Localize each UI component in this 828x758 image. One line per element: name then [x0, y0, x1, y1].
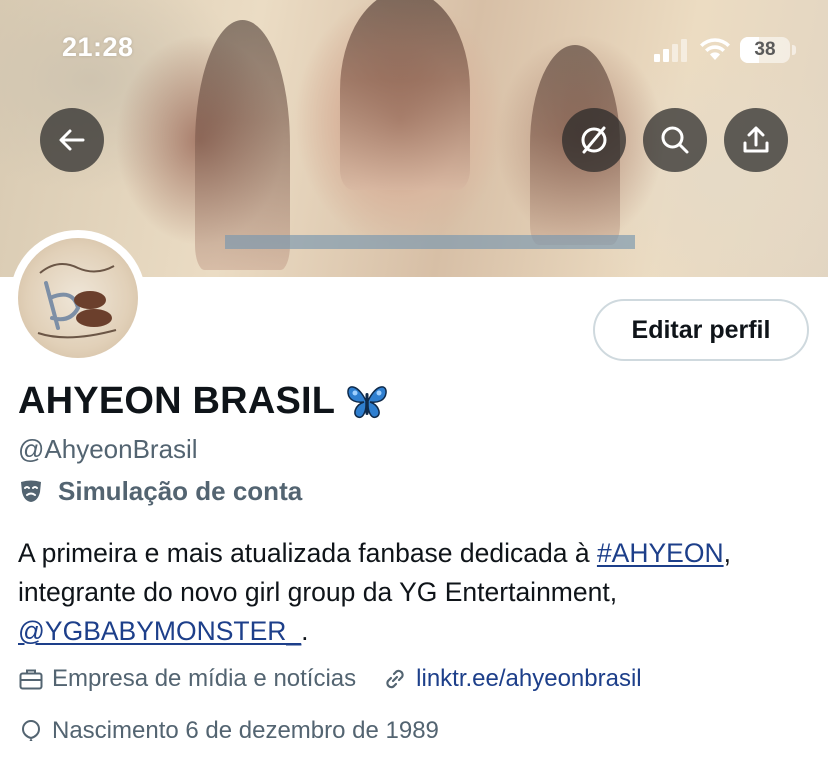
profile-bio: A primeira e mais atualizada fanbase ded… [18, 534, 818, 651]
display-name: AHYEON BRASIL [18, 379, 336, 422]
share-button[interactable] [724, 108, 788, 172]
bio-hashtag-link[interactable]: #AHYEON [597, 538, 724, 568]
banner-caption-strip [225, 235, 635, 249]
bio-text-3: . [301, 616, 309, 646]
butterfly-emoji-icon [347, 386, 387, 419]
search-button[interactable] [643, 108, 707, 172]
avatar-logo [18, 238, 138, 358]
link-icon [386, 669, 404, 689]
search-icon [661, 126, 689, 154]
banner-figure-left [195, 20, 290, 270]
profile-birth-row: Nascimento 6 de dezembro de 1989 [18, 714, 439, 748]
status-time: 21:28 [62, 32, 134, 62]
status-indicators: 38 [650, 36, 800, 64]
back-button[interactable] [40, 108, 104, 172]
profile-handle: @AhyeonBrasil [18, 434, 198, 464]
battery-icon: 38 [740, 37, 790, 63]
avatar[interactable] [10, 230, 146, 366]
edit-profile-button[interactable]: Editar perfil [593, 299, 809, 361]
wifi-icon [700, 38, 730, 60]
profile-banner[interactable]: 21:28 38 [0, 0, 828, 277]
parody-label: Simulação de conta [58, 475, 303, 506]
profile-birth-date: Nascimento 6 de dezembro de 1989 [52, 717, 439, 744]
slash-circle-icon [581, 126, 607, 154]
profile-meta-row: Empresa de mídia e notícias linktr.ee/ah… [18, 662, 642, 696]
bio-text-1: A primeira e mais atualizada fanbase ded… [18, 538, 597, 568]
battery-level: 38 [754, 39, 776, 60]
grok-button[interactable] [562, 108, 626, 172]
balloon-icon [21, 719, 41, 741]
share-upload-icon [743, 126, 769, 153]
banner-figure-center [340, 0, 470, 190]
profile-website-link[interactable]: linktr.ee/ahyeonbrasil [416, 665, 641, 693]
arrow-left-icon [59, 129, 85, 151]
bio-mention-link[interactable]: @YGBABYMONSTER_ [18, 616, 301, 646]
briefcase-icon [19, 669, 43, 690]
profile-category: Empresa de mídia e notícias [52, 665, 357, 692]
cellular-signal-icon [650, 36, 690, 62]
parody-label-row[interactable]: Simulação de conta [18, 474, 302, 508]
display-name-row: AHYEON BRASIL [18, 378, 389, 424]
theater-mask-icon [21, 480, 41, 502]
